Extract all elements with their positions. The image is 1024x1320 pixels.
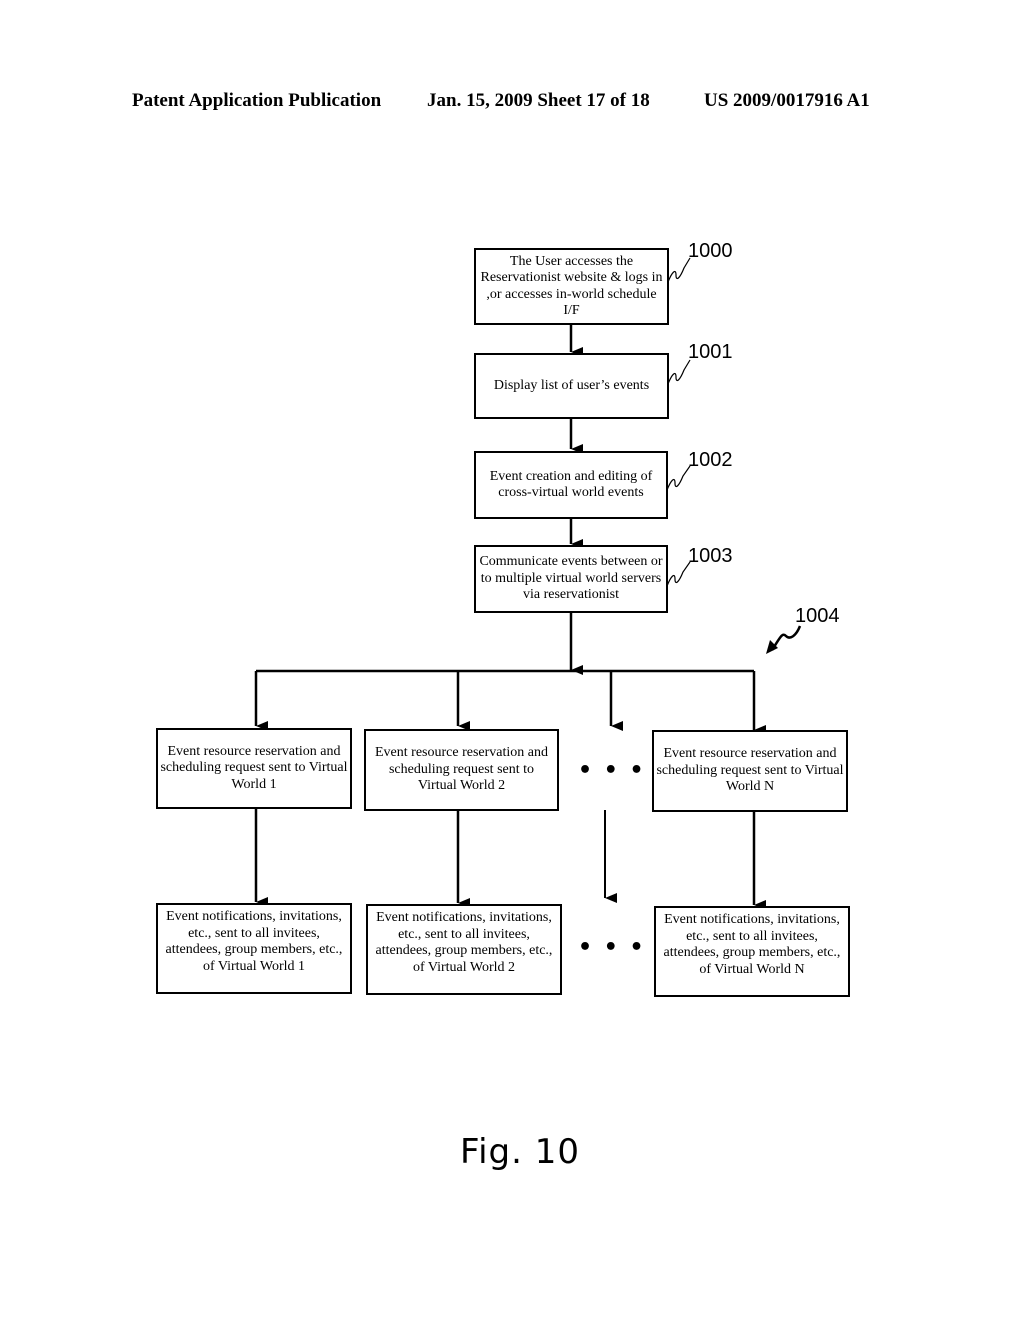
notify-vw1-box: Event notifications, invitations, etc., …: [156, 903, 352, 994]
leader-1000: [667, 257, 691, 283]
step-1001-box: Display list of user’s events: [474, 353, 669, 419]
notify-vwn-text: Event notifications, invitations, etc., …: [663, 912, 841, 977]
step-1000-text: The User accesses the Reservationist web…: [480, 253, 663, 319]
leader-1001: [667, 359, 691, 385]
step-1002-text: Event creation and editing of cross-virt…: [489, 468, 653, 501]
request-vwn-box: Event resource reservation and schedulin…: [652, 730, 848, 812]
request-vw1-box: Event resource reservation and schedulin…: [156, 728, 352, 809]
ref-1004: 1004: [795, 605, 840, 627]
figure-label: Fig. 10: [460, 1132, 580, 1172]
request-vwn-text: Event resource reservation and schedulin…: [656, 746, 844, 795]
notify-vwn-box: Event notifications, invitations, etc., …: [654, 906, 850, 997]
request-vw2-box: Event resource reservation and schedulin…: [364, 729, 559, 811]
step-1003-box: Communicate events between or to multipl…: [474, 545, 668, 613]
request-vw2-text: Event resource reservation and schedulin…: [375, 745, 548, 794]
notify-vw2-text: Event notifications, invitations, etc., …: [375, 910, 553, 975]
step-1003-text: Communicate events between or to multipl…: [479, 554, 663, 603]
ref-1000: 1000: [688, 240, 733, 262]
request-ellipsis: • • •: [578, 758, 646, 783]
ref-1003: 1003: [688, 545, 733, 567]
ref-1001: 1001: [688, 341, 733, 363]
leader-1003: [666, 561, 691, 587]
request-vw1-text: Event resource reservation and schedulin…: [160, 743, 348, 792]
ref-1002: 1002: [688, 449, 733, 471]
step-1000-box: The User accesses the Reservationist web…: [474, 248, 669, 325]
step-1002-box: Event creation and editing of cross-virt…: [474, 451, 668, 519]
connector-lines: [254, 257, 802, 910]
notify-vw2-box: Event notifications, invitations, etc., …: [366, 904, 562, 995]
leader-1002: [666, 465, 691, 491]
notify-ellipsis: • • •: [578, 935, 646, 960]
step-1001-text: Display list of user’s events: [493, 377, 650, 393]
notify-vw1-text: Event notifications, invitations, etc., …: [165, 909, 343, 974]
